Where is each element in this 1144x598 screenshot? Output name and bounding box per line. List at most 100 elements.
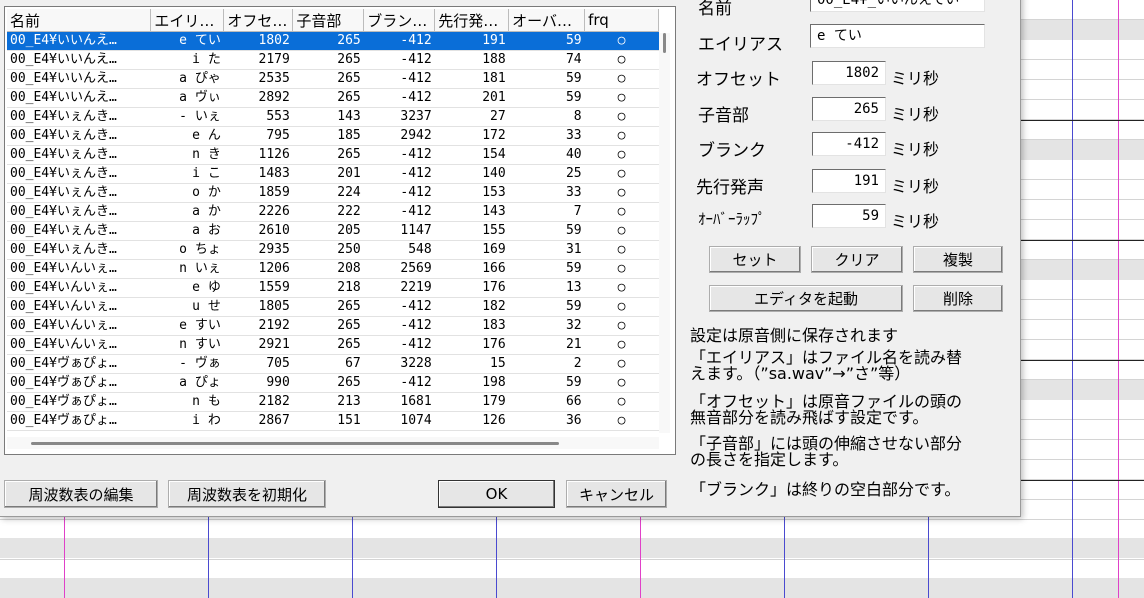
cell-alias: e てい [150, 31, 224, 51]
table-row[interactable]: 00_E4¥いぇんき… e ん 795 185 2942 172 33 ○ [7, 126, 659, 146]
cell-overlap: 59 [508, 31, 585, 51]
cell-overlap: 21 [508, 335, 585, 355]
piano-roll-key-band [1020, 20, 1144, 40]
edit-frequency-table-button[interactable]: 周波数表の編集 [4, 480, 158, 508]
init-frequency-table-button[interactable]: 周波数表を初期化 [168, 480, 326, 508]
horizontal-scroll-thumb[interactable] [31, 442, 559, 445]
grid-octave-line [1020, 120, 1144, 121]
cell-frq: ○ [584, 183, 659, 203]
cancel-button[interactable]: キャンセル [566, 480, 667, 508]
cell-overlap: 36 [508, 411, 585, 431]
overlap-field[interactable]: 59 [812, 204, 886, 228]
table-row[interactable]: 00_E4¥いぇんき… - いぇ 553 143 3237 27 8 ○ [7, 107, 659, 127]
cell-consonant: 265 [292, 316, 364, 336]
cell-preutter: 182 [434, 297, 509, 317]
cell-name: 00_E4¥いぇんき… [7, 183, 151, 203]
cell-offset: 553 [223, 107, 293, 127]
table-row[interactable]: 00_E4¥いいんえ… a ぴゃ 2535 265 -412 181 59 ○ [7, 69, 659, 89]
cell-consonant: 205 [292, 221, 364, 241]
cell-offset: 705 [223, 354, 293, 374]
cell-blank: -412 [363, 145, 435, 165]
cell-overlap: 59 [508, 88, 585, 108]
cell-blank: -412 [363, 373, 435, 393]
preutter-field[interactable]: 191 [812, 169, 886, 193]
table-row[interactable]: 00_E4¥いいんえ… e てい 1802 265 -412 191 59 ○ [7, 31, 659, 51]
clear-button[interactable]: クリア [811, 246, 903, 273]
cell-blank: 1074 [363, 411, 435, 431]
cell-name: 00_E4¥いぇんき… [7, 221, 151, 241]
help-text-8: 「ブランク」は終りの空白部分です。 [690, 480, 961, 499]
table-row[interactable]: 00_E4¥ヴぁぴょ… a ぴょ 990 265 -412 198 59 ○ [7, 373, 659, 393]
table-row[interactable]: 00_E4¥ヴぁぴょ… n も 2182 213 1681 179 66 ○ [7, 392, 659, 412]
name-field[interactable]: 00_E4¥_いいんえてい [810, 0, 985, 12]
table-row[interactable]: 00_E4¥いんいぇ… e ゆ 1559 218 2219 176 13 ○ [7, 278, 659, 298]
cell-alias: a ぴょ [150, 373, 224, 393]
table-row[interactable]: 00_E4¥ヴぁぴょ… i わ 2867 151 1074 126 36 ○ [7, 411, 659, 431]
cell-alias: a ヴぃ [150, 88, 224, 108]
cell-preutter: 27 [434, 107, 509, 127]
cell-overlap: 32 [508, 316, 585, 336]
cell-preutter: 154 [434, 145, 509, 165]
column-header[interactable]: 先行発… [434, 9, 510, 32]
cell-preutter: 153 [434, 183, 509, 203]
table-row[interactable]: 00_E4¥ヴぁぴょ… - ヴぁ 705 67 3228 15 2 ○ [7, 354, 659, 374]
cell-consonant: 208 [292, 259, 364, 279]
table-row[interactable]: 00_E4¥いぇんき… n き 1126 265 -412 154 40 ○ [7, 145, 659, 165]
table-row[interactable]: 00_E4¥いんいぇ… n すい 2921 265 -412 176 21 ○ [7, 335, 659, 355]
oto-table[interactable]: 名前 エイリ… オフセ… 子音部 ブラン… 先行発… オーバ… frq 00_E4¥いいんえ…… [7, 9, 659, 431]
table-row[interactable]: 00_E4¥いんいぇ… u せ 1805 265 -412 182 59 ○ [7, 297, 659, 317]
piano-roll-key-band [0, 538, 1144, 558]
set-button[interactable]: セット [709, 246, 801, 273]
cell-offset: 1206 [223, 259, 293, 279]
duplicate-button[interactable]: 複製 [913, 246, 1003, 273]
alias-field[interactable]: e てい [810, 24, 985, 48]
cell-overlap: 33 [508, 126, 585, 146]
table-row[interactable]: 00_E4¥いぇんき… i こ 1483 201 -412 140 25 ○ [7, 164, 659, 184]
ok-button[interactable]: OK [438, 480, 555, 508]
table-row[interactable]: 00_E4¥いいんえ… a ヴぃ 2892 265 -412 201 59 ○ [7, 88, 659, 108]
cell-blank: -412 [363, 50, 435, 70]
table-row[interactable]: 00_E4¥いぇんき… o か 1859 224 -412 153 33 ○ [7, 183, 659, 203]
consonant-unit: ミリ秒 [891, 105, 940, 124]
launch-editor-button[interactable]: エディタを起動 [709, 285, 903, 312]
column-header[interactable]: エイリ… [150, 9, 225, 32]
column-header[interactable]: オーバ… [508, 9, 586, 32]
cell-consonant: 224 [292, 183, 364, 203]
cell-name: 00_E4¥いぇんき… [7, 145, 151, 165]
consonant-field[interactable]: 265 [812, 97, 886, 121]
horizontal-scrollbar[interactable] [7, 437, 659, 449]
column-header[interactable]: オフセ… [223, 9, 294, 32]
offset-label: オフセット [696, 70, 781, 90]
column-header[interactable]: 子音部 [292, 9, 365, 32]
grid-octave-line [1020, 360, 1144, 361]
cell-overlap: 59 [508, 297, 585, 317]
cell-offset: 2921 [223, 335, 293, 355]
oto-entry-list-viewport: 名前 エイリ… オフセ… 子音部 ブラン… 先行発… オーバ… frq 00_E4¥いいんえ…… [7, 9, 670, 449]
cell-preutter: 140 [434, 164, 509, 184]
cell-frq: ○ [584, 88, 659, 108]
column-header[interactable]: ブラン… [363, 9, 436, 32]
cell-frq: ○ [584, 240, 659, 260]
column-header[interactable]: 名前 [7, 9, 152, 32]
vertical-scroll-thumb[interactable] [663, 33, 666, 53]
cell-blank: 1147 [363, 221, 435, 241]
cell-preutter: 198 [434, 373, 509, 393]
table-row[interactable]: 00_E4¥いいんえ… i た 2179 265 -412 188 74 ○ [7, 50, 659, 70]
cell-blank: 2942 [363, 126, 435, 146]
delete-button[interactable]: 削除 [913, 285, 1003, 312]
column-header[interactable]: frq [584, 9, 659, 32]
table-row[interactable]: 00_E4¥いんいぇ… e すい 2192 265 -412 183 32 ○ [7, 316, 659, 336]
offset-field[interactable]: 1802 [812, 61, 886, 85]
oto-entry-list[interactable]: 名前 エイリ… オフセ… 子音部 ブラン… 先行発… オーバ… frq 00_E4¥いいんえ…… [4, 6, 676, 455]
table-row[interactable]: 00_E4¥いぇんき… a か 2226 222 -412 143 7 ○ [7, 202, 659, 222]
blank-field[interactable]: -412 [812, 132, 886, 156]
cell-preutter: 201 [434, 88, 509, 108]
vertical-scrollbar[interactable] [659, 33, 670, 433]
cell-frq: ○ [584, 126, 659, 146]
table-row[interactable]: 00_E4¥いぇんき… o ちょ 2935 250 548 169 31 ○ [7, 240, 659, 260]
cell-preutter: 181 [434, 69, 509, 89]
table-row[interactable]: 00_E4¥いんいぇ… n いぇ 1206 208 2569 166 59 ○ [7, 259, 659, 279]
table-row[interactable]: 00_E4¥いぇんき… a お 2610 205 1147 155 59 ○ [7, 221, 659, 241]
cell-frq: ○ [584, 50, 659, 70]
cell-alias: n いぇ [150, 259, 224, 279]
